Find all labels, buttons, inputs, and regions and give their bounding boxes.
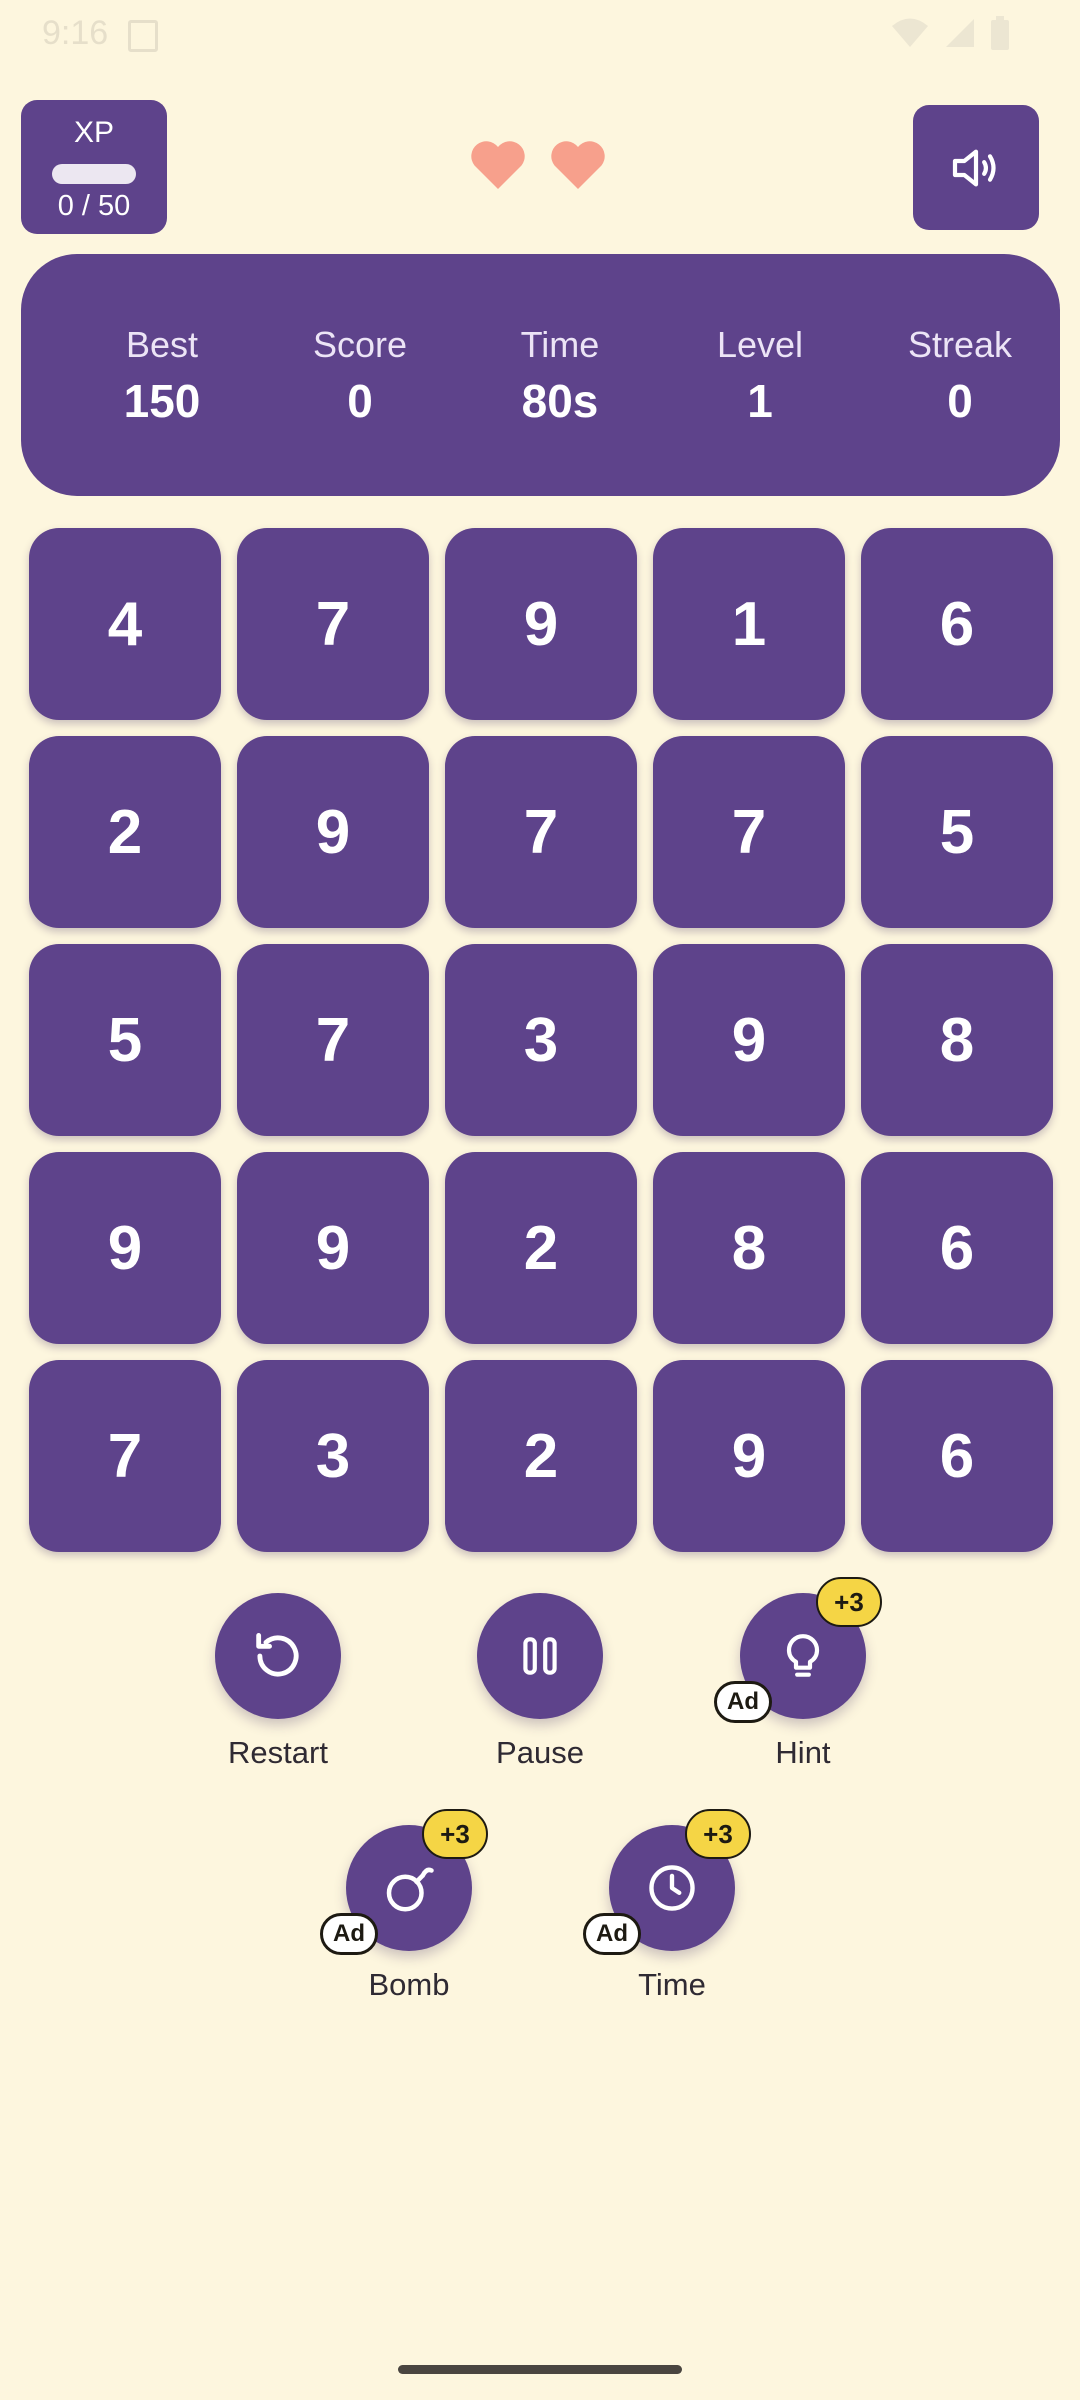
restart-icon — [256, 1633, 299, 1677]
pause-button[interactable] — [477, 1593, 603, 1719]
number-tile[interactable]: 2 — [445, 1360, 637, 1552]
speaker-volume-icon — [952, 149, 996, 186]
time-ad-badge: Ad — [583, 1913, 641, 1955]
number-tile[interactable]: 5 — [861, 736, 1053, 928]
time-action: +3 Ad Time — [572, 1809, 772, 2003]
stat-level: Level 1 — [670, 324, 850, 428]
time-count-badge: +3 — [685, 1809, 751, 1859]
bomb-button[interactable]: +3 Ad — [320, 1809, 488, 1955]
stat-best: Best 150 — [72, 324, 252, 428]
number-tile[interactable]: 9 — [445, 528, 637, 720]
heart-icon — [471, 141, 525, 189]
hint-ad-badge: Ad — [714, 1681, 772, 1723]
stat-value: 0 — [347, 375, 373, 427]
number-tile[interactable]: 6 — [861, 528, 1053, 720]
stat-value: 80s — [521, 375, 599, 427]
lives — [468, 136, 608, 192]
number-tile[interactable]: 3 — [237, 1360, 429, 1552]
sound-button[interactable] — [913, 105, 1039, 230]
xp-progress-bar — [52, 164, 136, 184]
bomb-action: +3 Ad Bomb — [309, 1809, 509, 2003]
number-tile[interactable]: 7 — [653, 736, 845, 928]
number-grid: 4791629775573989928673296 — [29, 528, 1053, 1552]
stat-label: Time — [520, 324, 600, 365]
number-tile[interactable]: 2 — [29, 736, 221, 928]
number-tile[interactable]: 2 — [445, 1152, 637, 1344]
stat-value: 0 — [947, 375, 973, 427]
number-tile[interactable]: 9 — [237, 1152, 429, 1344]
status-icons — [890, 16, 1010, 50]
stat-value: 1 — [747, 375, 773, 427]
stat-value: 150 — [123, 375, 201, 427]
number-tile[interactable]: 1 — [653, 528, 845, 720]
pause-icon — [523, 1637, 557, 1675]
number-tile[interactable]: 6 — [861, 1360, 1053, 1552]
number-tile[interactable]: 6 — [861, 1152, 1053, 1344]
time-button[interactable]: +3 Ad — [583, 1809, 751, 1955]
number-tile[interactable]: 3 — [445, 944, 637, 1136]
hint-button[interactable]: +3 Ad — [714, 1577, 882, 1723]
number-tile[interactable]: 7 — [29, 1360, 221, 1552]
number-tile[interactable]: 9 — [653, 1360, 845, 1552]
wifi-icon — [892, 18, 928, 47]
number-tile[interactable]: 5 — [29, 944, 221, 1136]
restart-label: Restart — [228, 1735, 328, 1770]
number-tile[interactable]: 7 — [445, 736, 637, 928]
number-tile[interactable]: 9 — [237, 736, 429, 928]
xp-card: XP 0 / 50 — [21, 100, 167, 234]
bomb-icon — [386, 1867, 434, 1912]
restart-action: Restart — [178, 1593, 378, 1771]
pause-action: Pause — [440, 1593, 640, 1771]
game-screen: 9:16 XP 0 / 50 Best 150 Score 0 Time 80s… — [0, 0, 1080, 2400]
signal-icon — [946, 19, 974, 47]
bomb-label: Bomb — [368, 1967, 450, 2002]
stat-streak: Streak 0 — [870, 324, 1050, 428]
hint-count-badge: +3 — [816, 1577, 882, 1627]
stat-label: Streak — [907, 324, 1013, 365]
stats-panel: Best 150 Score 0 Time 80s Level 1 Streak… — [21, 254, 1060, 496]
number-tile[interactable]: 7 — [237, 528, 429, 720]
stat-time: Time 80s — [470, 324, 650, 428]
stat-label: Level — [716, 324, 804, 365]
hint-action: +3 Ad Hint — [703, 1577, 903, 1771]
bomb-ad-badge: Ad — [320, 1913, 378, 1955]
bomb-count-badge: +3 — [422, 1809, 488, 1859]
battery-icon — [991, 16, 1009, 50]
lightbulb-icon — [786, 1634, 820, 1677]
number-tile[interactable]: 4 — [29, 528, 221, 720]
clock-icon — [649, 1865, 695, 1911]
number-tile[interactable]: 9 — [653, 944, 845, 1136]
hint-label: Hint — [775, 1735, 831, 1770]
status-time: 9:16 — [42, 14, 109, 52]
home-indicator[interactable] — [398, 2365, 682, 2374]
stat-score: Score 0 — [270, 324, 450, 428]
heart-icon — [551, 141, 605, 189]
number-tile[interactable]: 8 — [653, 1152, 845, 1344]
pause-label: Pause — [496, 1735, 584, 1770]
number-tile[interactable]: 7 — [237, 944, 429, 1136]
status-bar: 9:16 — [0, 0, 1080, 70]
sim-card-icon — [128, 20, 158, 52]
number-tile[interactable]: 9 — [29, 1152, 221, 1344]
xp-label: XP — [73, 116, 115, 149]
restart-button[interactable] — [215, 1593, 341, 1719]
stat-label: Best — [125, 324, 199, 365]
xp-value: 0 / 50 — [57, 190, 131, 222]
stat-label: Score — [312, 324, 408, 365]
time-label: Time — [638, 1967, 706, 2002]
number-tile[interactable]: 8 — [861, 944, 1053, 1136]
